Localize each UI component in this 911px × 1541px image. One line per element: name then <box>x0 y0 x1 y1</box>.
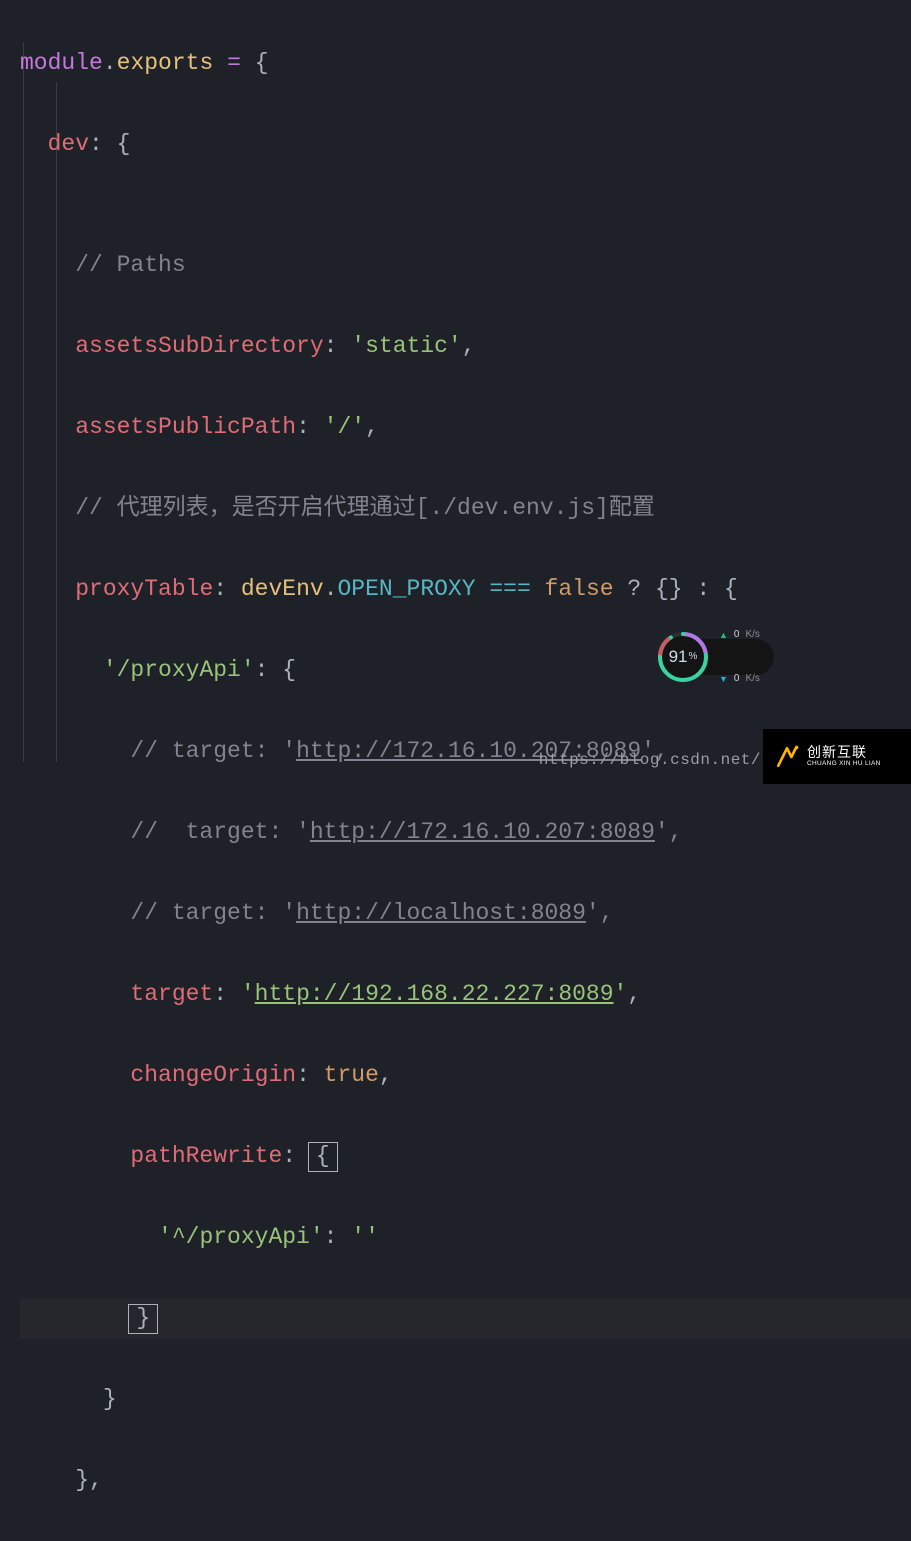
code-line-6: assetsPublicPath: '/', <box>20 407 911 448</box>
code-line-9: '/proxyApi': { <box>20 650 911 691</box>
code-line-17: } <box>20 1298 911 1339</box>
cursor: } <box>128 1304 158 1334</box>
code-line-2: dev: { <box>20 124 911 165</box>
code-line-16: '^/proxyApi': '' <box>20 1217 911 1258</box>
usage-gauge: 91% <box>655 629 711 685</box>
upload-speed: 0 <box>734 615 740 656</box>
code-line-18: } <box>20 1379 911 1420</box>
code-line-19: }, <box>20 1460 911 1501</box>
brand-badge: 创新互联 CHUANG XIN HU LIAN <box>763 729 911 784</box>
usage-percent: 91 <box>669 637 688 678</box>
watermark-url: https://blog.csdn.net/ <box>539 740 761 781</box>
brand-logo-icon <box>773 743 801 771</box>
bracket-highlight: { <box>308 1142 338 1172</box>
arrow-down-icon: ▼ <box>719 659 728 700</box>
code-line-8: proxyTable: devEnv.OPEN_PROXY === false … <box>20 569 911 610</box>
code-line-1: module.exports = { <box>20 43 911 84</box>
brand-name-cn: 创新互联 <box>807 745 881 759</box>
code-line-11: // target: 'http://172.16.10.207:8089', <box>20 812 911 853</box>
code-line-7: // 代理列表，是否开启代理通过[./dev.env.js]配置 <box>20 488 911 529</box>
code-line-14: changeOrigin: true, <box>20 1055 911 1096</box>
code-line-12: // target: 'http://localhost:8089', <box>20 893 911 934</box>
code-line-4: // Paths <box>20 245 911 286</box>
performance-widget[interactable]: 91% ▲ 0K/s ▼ 0K/s <box>655 629 774 685</box>
brand-name-pinyin: CHUANG XIN HU LIAN <box>807 761 881 768</box>
arrow-up-icon: ▲ <box>719 615 728 656</box>
code-line-15: pathRewrite: { <box>20 1136 911 1177</box>
download-speed: 0 <box>734 659 740 700</box>
code-line-5: assetsSubDirectory: 'static', <box>20 326 911 367</box>
code-line-13: target: 'http://192.168.22.227:8089', <box>20 974 911 1015</box>
percent-symbol: % <box>689 637 698 678</box>
